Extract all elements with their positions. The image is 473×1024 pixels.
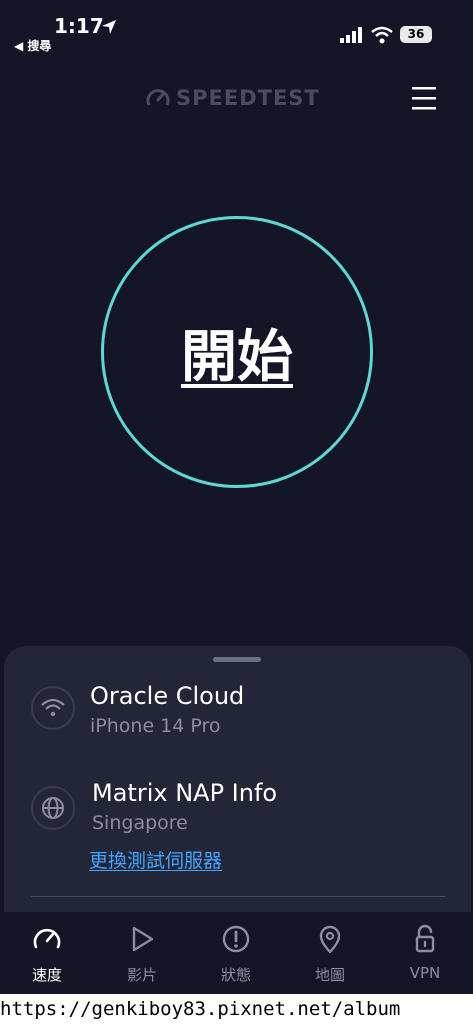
watermark-url: https://genkiboy83.pixnet.net/album [0, 994, 473, 1024]
tab-vpn[interactable]: VPN [378, 912, 472, 992]
connection-device: iPhone 14 Pro [90, 715, 221, 737]
wifi-status-icon [371, 26, 393, 44]
server-location: Singapore [92, 812, 188, 834]
tab-video[interactable]: 影片 [95, 912, 189, 992]
speedtest-logo: SPEEDTEST [146, 85, 320, 111]
status-bar: 1:17 ◀ 搜尋 36 [0, 0, 473, 60]
tab-vpn-label: VPN [409, 964, 441, 982]
connection-provider: Oracle Cloud [90, 682, 245, 710]
sheet-drag-handle[interactable] [213, 657, 261, 662]
lock-icon [415, 924, 435, 953]
map-pin-icon [319, 925, 341, 954]
hamburger-icon[interactable] [410, 85, 438, 111]
app-header: SPEEDTEST [0, 75, 473, 120]
tab-map[interactable]: 地圖 [283, 912, 377, 992]
change-server-link[interactable]: 更換測試伺服器 [89, 846, 222, 873]
logo-text: SPEEDTEST [176, 86, 320, 110]
speedometer-icon [33, 928, 61, 949]
cellular-signal-icon [340, 27, 362, 43]
connection-info-sheet: Oracle Cloud iPhone 14 Pro Matrix NAP In… [4, 646, 471, 926]
status-time: 1:17 [54, 14, 104, 38]
wifi-icon [31, 686, 75, 730]
play-icon [132, 926, 154, 952]
alert-icon [222, 925, 250, 953]
location-arrow-icon [102, 20, 116, 34]
battery-indicator: 36 [400, 26, 432, 43]
server-name: Matrix NAP Info [92, 779, 278, 807]
sheet-divider [31, 896, 445, 897]
start-test-button[interactable]: 開始 [101, 216, 373, 488]
tab-video-label: 影片 [126, 966, 157, 984]
tab-map-label: 地圖 [314, 966, 345, 984]
tab-speed[interactable]: 速度 [0, 912, 94, 992]
tab-status[interactable]: 狀態 [189, 912, 283, 992]
tab-speed-label: 速度 [31, 966, 62, 984]
back-to-search-link[interactable]: ◀ 搜尋 [14, 37, 51, 54]
start-button-label: 開始 [181, 324, 293, 390]
tab-status-label: 狀態 [220, 966, 251, 984]
bottom-tab-bar: 速度 影片 狀態 地圖 VPN [0, 912, 473, 992]
globe-icon [31, 786, 75, 830]
speedometer-logo-icon [146, 89, 170, 106]
